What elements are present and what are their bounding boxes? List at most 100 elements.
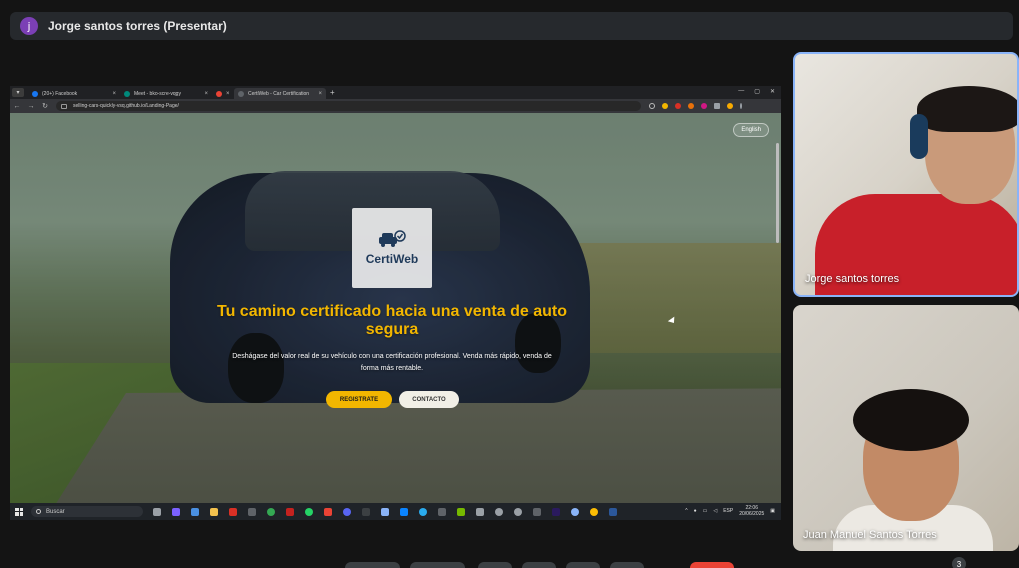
app-icon[interactable] xyxy=(495,507,503,516)
browser-toolbar: ← → ↻ selling-cars-quickly-vsq.github.io… xyxy=(10,99,781,113)
tab-facebook[interactable]: (20+) Facebook × xyxy=(28,88,120,99)
extension-icon[interactable] xyxy=(688,103,694,109)
language-indicator[interactable]: ESP xyxy=(723,508,733,514)
headset xyxy=(910,114,928,159)
browser-tabstrip: ▾ (20+) Facebook × Meet - bko-scre-vqgy … xyxy=(10,86,781,99)
meet-window: j Jorge santos torres (Presentar) ▾ (20+… xyxy=(0,0,1019,568)
taskbar-search-input[interactable]: Buscar xyxy=(31,506,143,517)
participant-name: Jorge santos torres xyxy=(805,273,900,285)
presenter-bar: j Jorge santos torres (Presentar) xyxy=(10,12,1013,40)
premiere-icon[interactable] xyxy=(552,507,560,516)
search-placeholder: Buscar xyxy=(46,508,65,515)
page-icon xyxy=(238,90,244,97)
vscode-icon[interactable] xyxy=(400,507,408,516)
leave-call-button[interactable] xyxy=(690,562,734,568)
profile-icon[interactable] xyxy=(727,103,733,109)
app-icon[interactable] xyxy=(533,507,541,516)
extension-icon[interactable] xyxy=(701,103,707,109)
captions-button[interactable] xyxy=(478,562,512,568)
explorer-icon[interactable] xyxy=(210,507,218,516)
clock[interactable]: 22:06 20/06/2025 xyxy=(739,505,764,517)
page-scrollbar[interactable] xyxy=(776,143,779,243)
app-icon[interactable] xyxy=(571,507,579,516)
contact-button[interactable]: CONTACTO xyxy=(399,391,459,408)
recording-icon xyxy=(216,90,222,97)
tab-pinned[interactable]: × xyxy=(212,88,234,99)
window-controls: — ▢ ✕ xyxy=(738,88,775,95)
register-button[interactable]: REGISTRATE xyxy=(326,391,392,408)
volume-icon[interactable]: ◁ xyxy=(713,508,717,514)
new-tab-button[interactable]: + xyxy=(330,88,335,97)
reactions-button[interactable] xyxy=(522,562,556,568)
car-check-icon xyxy=(379,230,406,247)
word-icon[interactable] xyxy=(609,507,617,516)
store-icon[interactable] xyxy=(191,507,199,516)
tab-certiweb[interactable]: CertiWeb - Car Certification × xyxy=(234,88,326,99)
close-window-icon[interactable]: ✕ xyxy=(770,88,775,95)
extension-icon[interactable] xyxy=(662,103,668,109)
star-icon[interactable] xyxy=(649,103,655,109)
app-icon[interactable] xyxy=(229,507,237,516)
discord-icon[interactable] xyxy=(343,507,351,516)
app-icon[interactable] xyxy=(248,507,256,516)
notification-icon[interactable]: ▣ xyxy=(770,508,775,514)
site-info-icon[interactable] xyxy=(61,103,67,109)
steam-icon[interactable] xyxy=(514,507,522,516)
close-icon[interactable]: × xyxy=(204,91,208,97)
app-icon[interactable] xyxy=(286,507,294,516)
certiweb-logo: CertiWeb xyxy=(352,208,432,288)
facebook-icon xyxy=(32,90,38,97)
menu-icon[interactable] xyxy=(740,103,742,109)
windows-start-icon[interactable] xyxy=(15,507,23,516)
app-icon[interactable] xyxy=(324,507,332,516)
task-view-icon[interactable] xyxy=(153,507,161,516)
search-icon xyxy=(36,509,41,514)
participant-tile[interactable]: Juan Manuel Santos Torres xyxy=(793,305,1019,551)
present-button[interactable] xyxy=(566,562,600,568)
nvidia-icon[interactable] xyxy=(457,507,465,516)
extension-icon[interactable] xyxy=(675,103,681,109)
participant-count-badge: 3 xyxy=(952,557,966,568)
participant-video xyxy=(917,86,1017,132)
close-icon[interactable]: × xyxy=(226,91,230,97)
close-icon[interactable]: × xyxy=(112,91,116,97)
participant-name: Juan Manuel Santos Torres xyxy=(803,529,937,541)
copilot-icon[interactable] xyxy=(172,507,180,516)
presenter-title: Jorge santos torres (Presentar) xyxy=(48,19,227,33)
forward-icon[interactable]: → xyxy=(24,103,38,110)
tab-meet[interactable]: Meet - bko-scre-vqgy × xyxy=(120,88,212,99)
app-icon[interactable] xyxy=(590,507,598,516)
shared-screen: ▾ (20+) Facebook × Meet - bko-scre-vqgy … xyxy=(10,86,781,520)
language-toggle-button[interactable]: English xyxy=(733,123,769,137)
network-icon[interactable]: ▭ xyxy=(703,508,708,514)
clock-date: 20/06/2025 xyxy=(739,511,765,517)
participant-video xyxy=(853,389,969,451)
telegram-icon[interactable] xyxy=(419,507,427,516)
participant-tile[interactable]: Jorge santos torres xyxy=(793,52,1019,297)
back-icon[interactable]: ← xyxy=(10,103,24,110)
chrome-icon[interactable] xyxy=(267,507,275,516)
tab-search-icon[interactable]: ▾ xyxy=(12,88,24,97)
app-icon[interactable] xyxy=(438,507,446,516)
hero-title: Tu camino certificado hacia una venta de… xyxy=(216,303,567,338)
mic-icon[interactable]: ● xyxy=(694,508,697,514)
more-options-button[interactable] xyxy=(610,562,644,568)
reload-icon[interactable]: ↻ xyxy=(38,102,52,110)
taskbar-apps xyxy=(153,507,617,516)
app-icon[interactable] xyxy=(381,507,389,516)
app-icon[interactable] xyxy=(476,507,484,516)
app-icon[interactable] xyxy=(362,507,370,516)
mic-button[interactable] xyxy=(345,562,400,568)
url-text: selling-cars-quickly-vsq.github.io/Landi… xyxy=(73,103,179,109)
address-bar[interactable]: selling-cars-quickly-vsq.github.io/Landi… xyxy=(56,101,641,111)
chevron-up-icon[interactable]: ^ xyxy=(685,508,687,514)
camera-button[interactable] xyxy=(410,562,465,568)
whatsapp-icon[interactable] xyxy=(305,507,313,516)
puzzle-icon[interactable] xyxy=(714,103,720,109)
maximize-icon[interactable]: ▢ xyxy=(754,88,760,95)
avatar: j xyxy=(20,17,38,35)
hero-subtitle: Deshágase del valor real de su vehículo … xyxy=(232,353,552,372)
close-icon[interactable]: × xyxy=(318,91,322,97)
minimize-icon[interactable]: — xyxy=(738,88,744,95)
tab-label: (20+) Facebook xyxy=(42,90,78,97)
